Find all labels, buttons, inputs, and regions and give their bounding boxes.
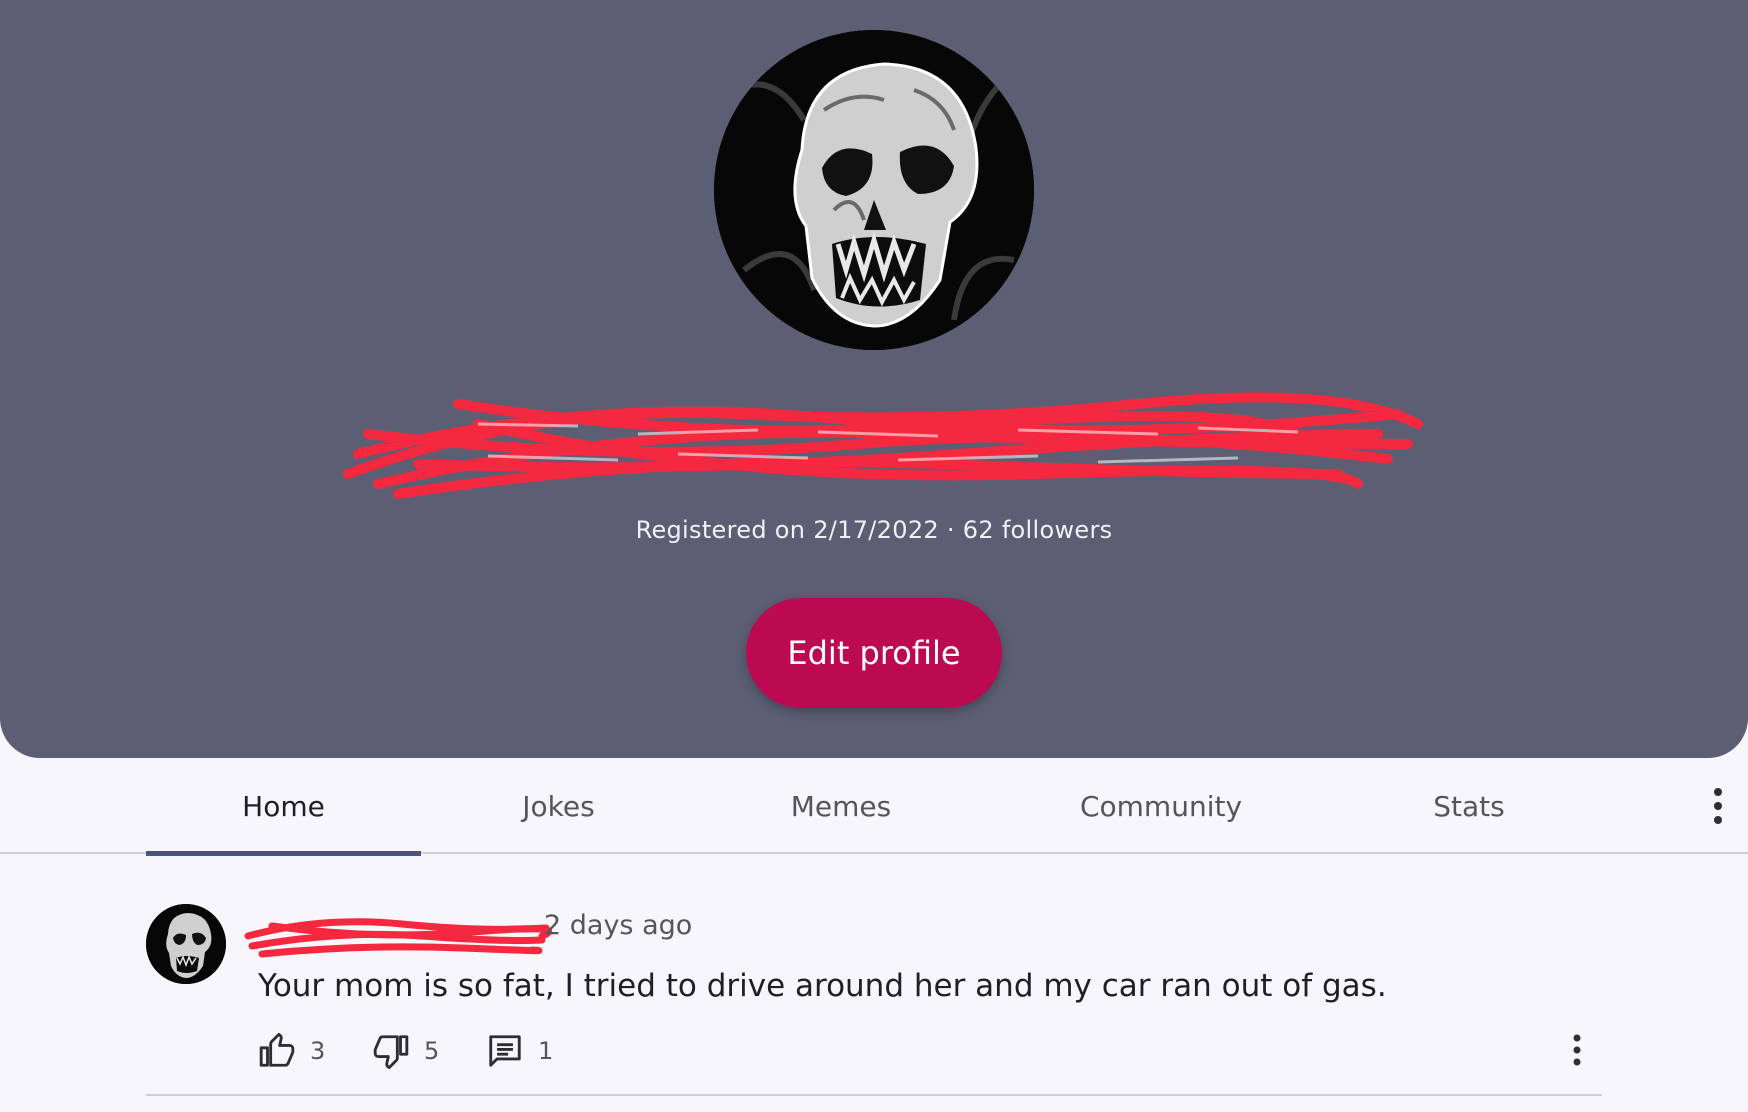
dislike-count: 5 (424, 1037, 440, 1065)
name-redaction-scribble (338, 364, 1428, 504)
like-count: 3 (310, 1037, 326, 1065)
thumb-up-icon (259, 1032, 295, 1067)
post-text: Your mom is so fat, I tried to drive aro… (258, 968, 1387, 1004)
tab-stats[interactable]: Stats (1336, 758, 1602, 854)
post-card: 2 days ago Your mom is so fat, I tried t… (146, 880, 1602, 1100)
author-redaction-scribble (242, 910, 552, 962)
tab-jokes[interactable]: Jokes (421, 758, 696, 854)
post-author-avatar[interactable] (146, 904, 226, 984)
tab-community[interactable]: Community (986, 758, 1336, 854)
dislike-button[interactable]: 5 (372, 1026, 439, 1076)
thumb-down-icon (373, 1035, 409, 1070)
tab-memes[interactable]: Memes (696, 758, 986, 854)
like-button[interactable]: 3 (258, 1026, 325, 1076)
comment-count: 1 (538, 1037, 554, 1065)
tab-home[interactable]: Home (146, 758, 421, 856)
profile-header: Registered on 2/17/2022 · 62 followers E… (0, 0, 1748, 758)
post-timestamp: 2 days ago (544, 910, 693, 941)
profile-tabs: Home Jokes Memes Community Stats (0, 758, 1748, 856)
skull-avatar-image (146, 904, 226, 984)
profile-avatar[interactable] (714, 30, 1034, 350)
post-actions: 3 5 1 (258, 1026, 1588, 1076)
post-more-vert-icon[interactable] (1570, 1032, 1584, 1072)
skull-avatar-image (714, 30, 1034, 350)
edit-profile-button[interactable]: Edit profile (746, 598, 1002, 708)
more-vert-icon[interactable] (1700, 784, 1736, 828)
comment-icon (489, 1035, 521, 1067)
post-divider (146, 1094, 1602, 1096)
registration-info: Registered on 2/17/2022 · 62 followers (635, 516, 1113, 544)
comment-button[interactable]: 1 (486, 1026, 553, 1076)
